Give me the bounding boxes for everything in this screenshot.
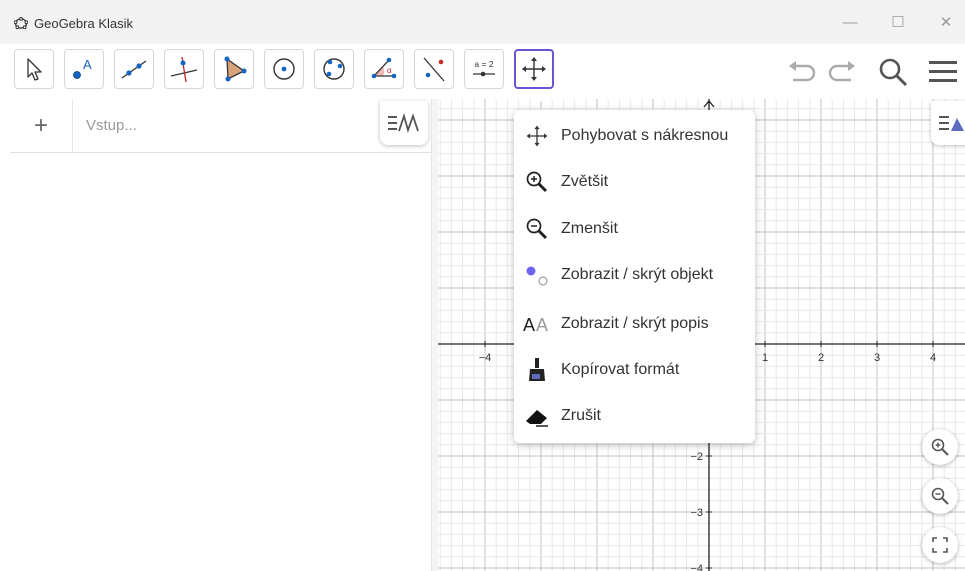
minimize-icon: — <box>842 13 858 31</box>
search-icon <box>879 58 908 87</box>
menu-icon <box>929 61 957 82</box>
menu-item-copy-style[interactable]: Kopírovat formát <box>514 347 755 393</box>
y-tick-label: −2 <box>690 451 703 463</box>
menu-item-label: Zvětšit <box>561 173 609 190</box>
style-bar-icon <box>388 112 419 133</box>
algebra-input[interactable]: Vstup... <box>86 117 137 134</box>
svg-text:A: A <box>523 315 535 335</box>
move-tool-button[interactable] <box>14 49 54 89</box>
menu-item-show-hide-object[interactable]: Zobrazit / skrýt objekt <box>514 252 755 298</box>
zoom-out-button[interactable] <box>922 478 958 514</box>
x-tick-label: 3 <box>874 352 880 364</box>
reflect-tool-button[interactable] <box>414 49 454 89</box>
menu-item-zoom-in[interactable]: Zvětšit <box>514 159 755 205</box>
window-title: GeoGebra Klasik <box>34 16 133 31</box>
point-tool-button[interactable]: A <box>64 49 104 89</box>
menu-item-label: Zmenšit <box>561 220 618 237</box>
perpendicular-line-tool-icon <box>170 56 198 83</box>
redo-icon <box>828 61 855 82</box>
zoom-in-icon <box>931 438 949 456</box>
svg-text:A: A <box>83 57 92 72</box>
menu-item-show-hide-label[interactable]: A A Zobrazit / skrýt popis <box>514 301 755 347</box>
menu-item-label: Zobrazit / skrýt objekt <box>561 266 714 283</box>
maximize-button[interactable]: ☐ <box>878 8 918 36</box>
toolbar: A α a = 2 <box>0 44 965 99</box>
svg-text:a = 2: a = 2 <box>474 59 493 69</box>
x-tick-label: 2 <box>818 352 824 364</box>
conic-tool-icon <box>323 58 345 80</box>
delete-icon <box>522 401 552 431</box>
perpendicular-line-tool-button[interactable] <box>164 49 204 89</box>
move-graphics-icon <box>522 121 552 151</box>
zoom-out-icon <box>931 487 949 505</box>
title-bar: GeoGebra Klasik — ☐ ✕ <box>0 0 965 44</box>
fullscreen-icon <box>932 537 948 553</box>
svg-text:α: α <box>387 66 392 75</box>
algebra-input-row: + Vstup... <box>10 99 431 153</box>
view-divider[interactable] <box>431 99 438 571</box>
maximize-icon: ☐ <box>891 14 905 31</box>
menu-item-label: Zobrazit / skrýt popis <box>561 315 709 332</box>
move-graphics-view-tool-button[interactable] <box>514 49 554 89</box>
algebra-style-bar-toggle[interactable] <box>380 101 428 145</box>
polygon-tool-icon <box>224 56 247 82</box>
menu-item-delete[interactable]: Zrušit <box>514 393 755 439</box>
show-hide-label-icon: A A <box>522 309 552 339</box>
search-button[interactable] <box>873 54 913 90</box>
algebra-view: + Vstup... <box>10 99 431 571</box>
circle-tool-button[interactable] <box>264 49 304 89</box>
graphics-style-bar-icon <box>939 116 964 131</box>
graphics-style-bar-toggle[interactable] <box>931 101 965 145</box>
zoom-in-button[interactable] <box>922 429 958 465</box>
x-tick-label: 1 <box>762 352 768 364</box>
minimize-button[interactable]: — <box>830 8 870 36</box>
line-tool-button[interactable] <box>114 49 154 89</box>
redo-button[interactable] <box>823 54 863 90</box>
zoom-out-icon <box>522 214 552 244</box>
reflect-tool-icon <box>423 57 445 82</box>
angle-tool-button[interactable]: α <box>364 49 404 89</box>
tool-submenu: Pohybovat s nákresnou Zvětšit Zmenšit Zo… <box>514 110 755 443</box>
line-tool-icon <box>121 60 147 79</box>
y-tick-label: −4 <box>690 563 703 571</box>
svg-text:A: A <box>536 315 548 335</box>
point-tool-icon: A <box>73 57 92 79</box>
undo-icon <box>789 61 816 82</box>
menu-item-label: Zrušit <box>561 407 601 424</box>
main-menu-button[interactable] <box>923 54 963 90</box>
slider-tool-icon: a = 2 <box>473 59 495 77</box>
undo-button[interactable] <box>781 54 821 90</box>
y-tick-label: −3 <box>690 507 703 519</box>
x-tick-label: −4 <box>479 352 492 364</box>
plus-icon: + <box>33 111 48 139</box>
menu-item-zoom-out[interactable]: Zmenšit <box>514 206 755 252</box>
fullscreen-button[interactable] <box>922 527 958 563</box>
angle-tool-icon: α <box>371 57 397 79</box>
conic-tool-button[interactable] <box>314 49 354 89</box>
polygon-tool-button[interactable] <box>214 49 254 89</box>
close-icon: ✕ <box>939 14 953 31</box>
move-graphics-view-tool-icon <box>522 57 546 81</box>
geogebra-logo-icon <box>14 17 28 30</box>
zoom-in-icon <box>522 167 552 197</box>
circle-tool-icon <box>273 58 295 80</box>
menu-pointer <box>533 92 551 101</box>
close-button[interactable]: ✕ <box>926 8 965 36</box>
x-tick-label: 4 <box>930 352 936 364</box>
menu-item-move-graphics[interactable]: Pohybovat s nákresnou <box>514 113 755 159</box>
slider-tool-button[interactable]: a = 2 <box>464 49 504 89</box>
menu-item-label: Pohybovat s nákresnou <box>561 127 729 144</box>
move-tool-icon <box>27 58 42 81</box>
add-item-button[interactable]: + <box>10 99 73 152</box>
copy-style-icon <box>522 355 552 385</box>
menu-item-label: Kopírovat formát <box>561 361 680 378</box>
show-hide-object-icon <box>522 260 552 290</box>
